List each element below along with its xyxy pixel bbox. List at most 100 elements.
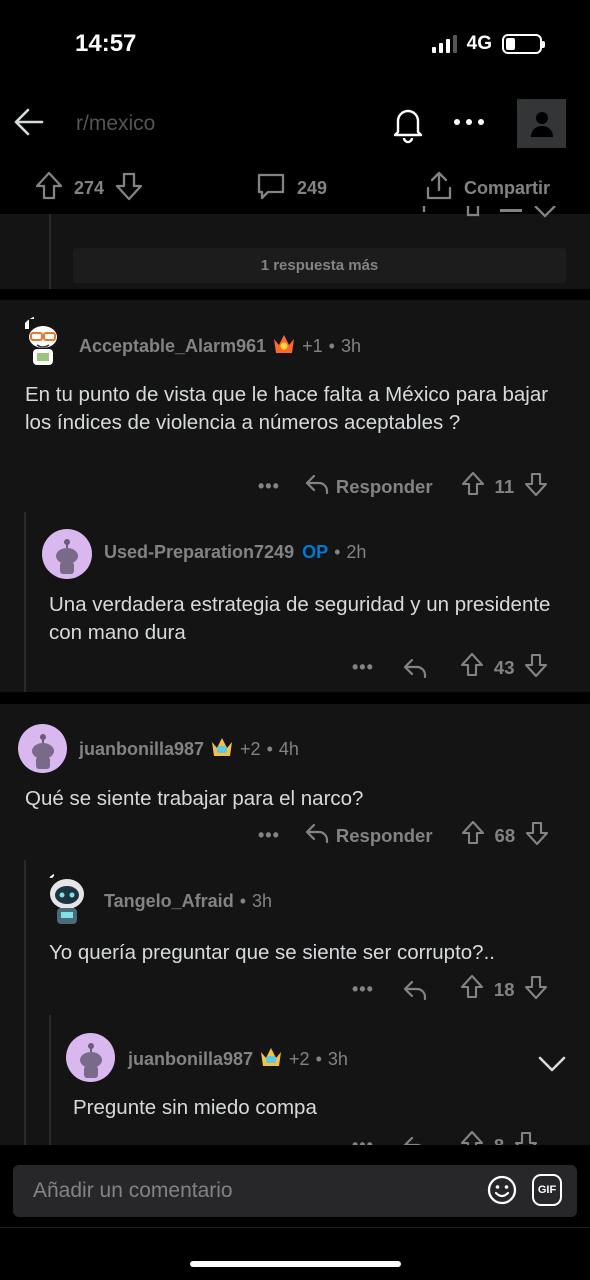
more-icon[interactable]: ••• xyxy=(352,979,374,1000)
upvote-icon[interactable] xyxy=(461,471,485,502)
reply-button[interactable]: Responder xyxy=(304,822,433,849)
downvote-icon[interactable] xyxy=(514,1130,538,1145)
comment-username[interactable]: Tangelo_Afraid xyxy=(104,891,234,912)
reply-label: Responder xyxy=(335,824,433,846)
divider xyxy=(0,1227,590,1228)
downvote-icon[interactable] xyxy=(525,820,549,851)
comment-vote: 43 xyxy=(460,652,549,683)
back-arrow-icon[interactable] xyxy=(12,104,48,145)
award-icon xyxy=(272,333,296,360)
reply-icon xyxy=(403,658,427,678)
emoji-icon[interactable] xyxy=(486,1174,518,1211)
op-badge: OP xyxy=(302,542,329,562)
reply-label: Responder xyxy=(335,475,433,497)
comment-header: Tangelo_Afraid • 3h xyxy=(104,891,273,912)
reply-icon xyxy=(304,822,330,849)
avatar[interactable] xyxy=(18,315,68,367)
more-icon[interactable]: ••• xyxy=(352,1135,374,1145)
comment-actions: ••• 18 xyxy=(352,974,548,1005)
comment-header: juanbonilla987 +2 • 3h xyxy=(128,1046,348,1073)
bell-icon[interactable] xyxy=(389,104,427,149)
comment-body: Qué se siente trabajar para el narco? xyxy=(25,787,364,810)
comment-vote: 18 xyxy=(460,974,549,1005)
comment-vote: 8 xyxy=(460,1130,538,1145)
comment-username[interactable]: juanbonilla987 xyxy=(128,1049,253,1070)
gif-label: GIF xyxy=(537,1184,557,1196)
share-button[interactable]: Compartir xyxy=(424,168,550,208)
vote-count: 43 xyxy=(493,656,515,678)
upvote-icon[interactable] xyxy=(460,1130,484,1145)
downvote-icon[interactable] xyxy=(524,974,548,1005)
reply-icon xyxy=(304,473,330,500)
vote-count: 11 xyxy=(494,475,515,497)
award-icon xyxy=(259,1046,283,1073)
avatar[interactable] xyxy=(41,870,93,926)
profile-icon[interactable] xyxy=(517,99,566,148)
subreddit-title[interactable]: r/mexico xyxy=(76,112,155,136)
post-comment-count: 249 xyxy=(297,177,328,198)
upvote-icon[interactable] xyxy=(460,974,484,1005)
battery-icon xyxy=(502,34,545,54)
more-replies-button[interactable]: 1 respuesta más xyxy=(73,248,566,283)
scroll-down-button[interactable] xyxy=(528,1040,576,1088)
reply-icon xyxy=(403,980,427,1000)
comment-actions: ••• 43 xyxy=(352,652,548,683)
comment-header: Acceptable_Alarm961 +1 • 3h xyxy=(79,333,361,360)
avatar[interactable] xyxy=(18,724,67,773)
comment-time: 3h xyxy=(327,1049,348,1069)
upvote-icon[interactable] xyxy=(460,652,484,683)
reply-button[interactable] xyxy=(402,979,428,1001)
divider xyxy=(0,692,590,704)
upvote-icon[interactable] xyxy=(461,820,485,851)
comment-body: Pregunte sin miedo compa xyxy=(73,1096,317,1119)
vote-count: 18 xyxy=(493,978,515,1000)
comment-username[interactable]: Used-Preparation7249 xyxy=(104,542,294,563)
thread-line xyxy=(49,1015,51,1145)
reply-button[interactable] xyxy=(402,657,428,679)
reply-button[interactable] xyxy=(402,1135,428,1145)
comment-header: juanbonilla987 +2 • 4h xyxy=(79,736,299,763)
gif-icon[interactable]: GIF xyxy=(532,1174,562,1206)
comment-header: Used-Preparation7249 OP • 2h xyxy=(104,542,367,563)
downvote-icon[interactable] xyxy=(114,170,144,207)
comment-body: Una verdadera estrategia de seguridad y … xyxy=(49,593,551,644)
comment-time: 4h xyxy=(278,739,299,759)
comment-vote: 11 xyxy=(461,471,549,502)
comment-username[interactable]: Acceptable_Alarm961 xyxy=(79,336,266,357)
vote-count: 68 xyxy=(494,824,516,846)
post-upvote-count: 274 xyxy=(74,177,105,198)
comment-time: 3h xyxy=(340,336,361,356)
more-icon[interactable]: ••• xyxy=(258,825,280,846)
network-label: 4G xyxy=(466,33,492,54)
award-count: +2 xyxy=(289,1049,310,1069)
comment-time: 3h xyxy=(252,891,273,911)
comment-time: 2h xyxy=(346,542,367,562)
reply-button[interactable]: Responder xyxy=(304,473,433,500)
comment-actions: ••• Responder 11 xyxy=(258,471,548,502)
award-count: +1 xyxy=(302,336,323,356)
downvote-icon[interactable] xyxy=(524,471,548,502)
comment-username[interactable]: juanbonilla987 xyxy=(79,739,204,760)
comment-icon xyxy=(255,170,287,207)
more-icon[interactable]: ••• xyxy=(258,476,280,497)
post-comments-button[interactable]: 249 xyxy=(255,168,327,208)
vote-count: 8 xyxy=(493,1134,505,1146)
more-icon[interactable]: ••• xyxy=(352,657,374,678)
comment-input-placeholder[interactable]: Añadir un comentario xyxy=(33,1179,233,1203)
award-count: +2 xyxy=(240,739,261,759)
clipped-actions xyxy=(410,206,560,224)
home-indicator xyxy=(190,1261,401,1267)
comment-body: Yo quería preguntar que se siente ser co… xyxy=(49,941,495,964)
comment-body: En tu punto de vista que le hace falta a… xyxy=(25,383,549,434)
upvote-icon[interactable] xyxy=(34,170,64,207)
share-label: Compartir xyxy=(464,177,551,198)
avatar[interactable] xyxy=(66,1033,115,1082)
reply-icon xyxy=(403,1136,422,1145)
status-time: 14:57 xyxy=(75,30,137,57)
award-icon xyxy=(210,736,234,763)
downvote-icon[interactable] xyxy=(524,652,548,683)
more-icon[interactable] xyxy=(453,112,485,137)
thread-line xyxy=(24,512,26,692)
divider xyxy=(0,289,590,300)
avatar[interactable] xyxy=(42,529,92,579)
